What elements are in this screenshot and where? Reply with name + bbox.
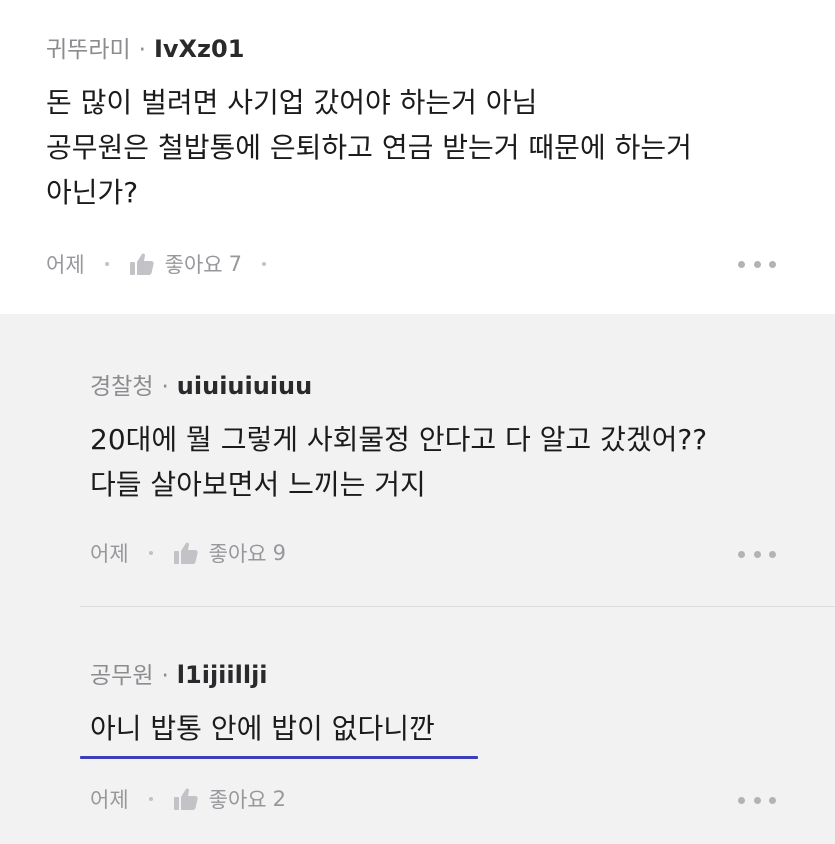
thumbs-up-icon xyxy=(173,788,198,810)
reply-list: 경찰청 · uiuiuiuiuu 20대에 뭘 그렇게 사회물정 안다고 다 알… xyxy=(0,314,835,844)
comment-line: 아닌가? xyxy=(46,176,139,209)
separator-dot xyxy=(148,551,153,555)
thumbs-up-icon xyxy=(129,253,154,275)
reply-body: 아니 밥통 안에 밥이 없다니깐 xyxy=(90,706,435,751)
reply-meta: 공무원 · l1ijiillji xyxy=(90,656,268,690)
reply-actions: 어제 좋아요 2 xyxy=(90,784,286,814)
like-button[interactable]: 좋아요 7 xyxy=(129,249,242,279)
like-label: 좋아요 xyxy=(208,542,267,566)
separator-dot xyxy=(148,797,153,801)
thumbs-up-icon xyxy=(173,542,198,564)
reply-body: 20대에 뭘 그렇게 사회물정 안다고 다 알고 갔겠어?? 다들 살아보면서 … xyxy=(90,417,707,507)
like-button[interactable]: 좋아요 9 xyxy=(173,538,286,568)
text-highlight-underline xyxy=(80,756,478,759)
meta-separator: · xyxy=(161,663,169,689)
comment-card: 귀뚜라미 · IvXz01 돈 많이 벌려면 사기업 갔어야 하는거 아님 공무… xyxy=(0,0,835,314)
comment-user-id[interactable]: IvXz01 xyxy=(154,35,244,63)
comment-actions: 어제 좋아요 7 xyxy=(46,249,286,279)
comment-nickname[interactable]: 귀뚜라미 xyxy=(46,30,131,64)
reply-user-id[interactable]: l1ijiillji xyxy=(177,661,268,689)
like-count: 7 xyxy=(228,252,242,276)
comment-thread: 귀뚜라미 · IvXz01 돈 많이 벌려면 사기업 갔어야 하는거 아님 공무… xyxy=(0,0,835,844)
reply-meta: 경찰청 · uiuiuiuiuu xyxy=(90,367,312,401)
more-horizontal-icon[interactable] xyxy=(738,259,776,269)
reply-date: 어제 xyxy=(90,542,129,566)
meta-separator: · xyxy=(138,37,146,63)
like-button[interactable]: 좋아요 2 xyxy=(173,784,286,814)
comment-body: 돈 많이 벌려면 사기업 갔어야 하는거 아님 공무원은 철밥통에 은퇴하고 연… xyxy=(46,80,692,215)
reply-user-id[interactable]: uiuiuiuiuu xyxy=(177,372,312,400)
reply-date: 어제 xyxy=(90,788,129,812)
separator-dot xyxy=(104,262,109,266)
reply-actions: 어제 좋아요 9 xyxy=(90,538,286,568)
reply-line: 아니 밥통 안에 밥이 없다니깐 xyxy=(90,712,435,745)
reply-nickname[interactable]: 경찰청 xyxy=(90,367,153,401)
comment-date: 어제 xyxy=(46,253,85,277)
like-count: 2 xyxy=(272,787,286,811)
more-horizontal-icon[interactable] xyxy=(738,795,776,805)
comment-meta: 귀뚜라미 · IvXz01 xyxy=(46,30,244,64)
like-label: 좋아요 xyxy=(208,788,267,812)
separator-dot xyxy=(261,262,266,266)
more-horizontal-icon[interactable] xyxy=(738,549,776,559)
reply-line: 다들 살아보면서 느끼는 거지 xyxy=(90,468,426,501)
comment-line: 돈 많이 벌려면 사기업 갔어야 하는거 아님 xyxy=(46,86,538,119)
reply-nickname[interactable]: 공무원 xyxy=(90,656,153,690)
like-count: 9 xyxy=(272,541,286,565)
reply-line: 20대에 뭘 그렇게 사회물정 안다고 다 알고 갔겠어?? xyxy=(90,423,708,456)
reply-divider xyxy=(80,606,835,607)
like-label: 좋아요 xyxy=(164,253,223,277)
meta-separator: · xyxy=(161,374,169,400)
comment-line: 공무원은 철밥통에 은퇴하고 연금 받는거 때문에 하는거 xyxy=(46,131,692,164)
